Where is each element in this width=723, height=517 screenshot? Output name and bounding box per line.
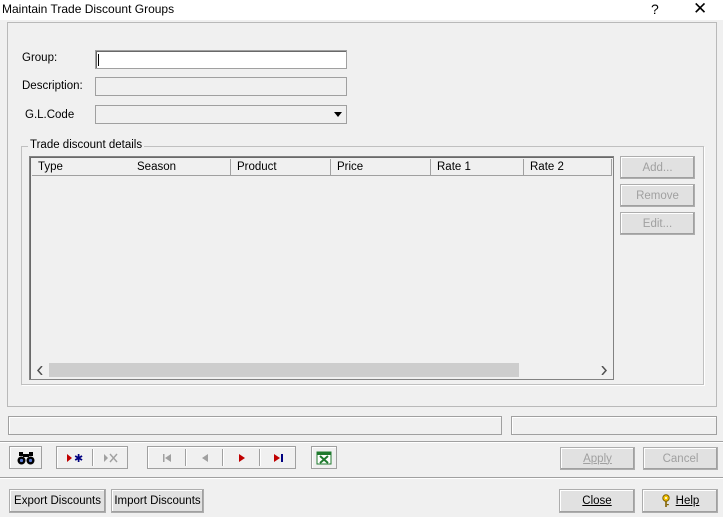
- close-button[interactable]: Close: [559, 489, 635, 513]
- apply-button[interactable]: Apply: [560, 447, 635, 470]
- separator-bottom: [0, 477, 723, 479]
- record-edit-toolbar: ✱: [56, 446, 128, 469]
- window-title: Maintain Trade Discount Groups: [2, 2, 175, 16]
- navigation-toolbar: [147, 446, 296, 469]
- svg-text:✱: ✱: [74, 453, 83, 463]
- next-record-icon[interactable]: [223, 447, 260, 468]
- group-input[interactable]: [95, 50, 347, 69]
- column-header-rate-1[interactable]: Rate 1: [431, 159, 524, 176]
- group-label: Group:: [22, 52, 58, 64]
- remove-button[interactable]: Remove: [620, 184, 695, 207]
- export-discounts-button[interactable]: Export Discounts: [9, 489, 106, 513]
- key-icon: [661, 494, 671, 508]
- column-header-type[interactable]: Type: [32, 159, 132, 176]
- scroll-thumb[interactable]: [49, 363, 519, 377]
- scroll-left-icon[interactable]: [31, 362, 48, 378]
- column-header-product[interactable]: Product: [231, 159, 331, 176]
- help-button[interactable]: Help: [642, 489, 718, 513]
- column-header-price[interactable]: Price: [331, 159, 431, 176]
- separator: [0, 441, 723, 443]
- help-icon[interactable]: ?: [651, 1, 659, 17]
- horizontal-scrollbar[interactable]: [31, 362, 612, 378]
- scroll-right-icon[interactable]: [595, 362, 612, 378]
- chevron-down-icon[interactable]: [331, 107, 345, 122]
- excel-export-button[interactable]: [311, 446, 337, 469]
- status-panel-right: [511, 416, 717, 435]
- status-panel-left: [8, 416, 502, 435]
- group-legend: Trade discount details: [28, 139, 145, 151]
- column-header-season[interactable]: Season: [131, 159, 231, 176]
- description-input: [95, 77, 347, 96]
- add-button[interactable]: Add...: [620, 156, 695, 179]
- description-label: Description:: [22, 80, 83, 92]
- first-record-icon[interactable]: [148, 447, 185, 468]
- text-caret: [98, 54, 99, 66]
- find-button[interactable]: [9, 446, 42, 469]
- close-icon[interactable]: ✕: [693, 0, 707, 19]
- gl-code-select[interactable]: [95, 105, 347, 124]
- cancel-button[interactable]: Cancel: [643, 447, 718, 470]
- import-discounts-button[interactable]: Import Discounts: [111, 489, 204, 513]
- column-header-rate-2[interactable]: Rate 2: [524, 159, 612, 176]
- binoculars-icon: [10, 447, 41, 468]
- gl-code-label: G.L.Code: [25, 109, 75, 121]
- previous-record-icon[interactable]: [186, 447, 223, 468]
- delete-record-icon[interactable]: [93, 447, 128, 468]
- excel-export-icon: [312, 447, 336, 468]
- edit-button[interactable]: Edit...: [620, 212, 695, 235]
- last-record-icon[interactable]: [260, 447, 296, 468]
- discount-details-list[interactable]: Type Season Product Price Rate 1 Rate 2: [29, 156, 614, 380]
- new-record-icon[interactable]: ✱: [57, 447, 92, 468]
